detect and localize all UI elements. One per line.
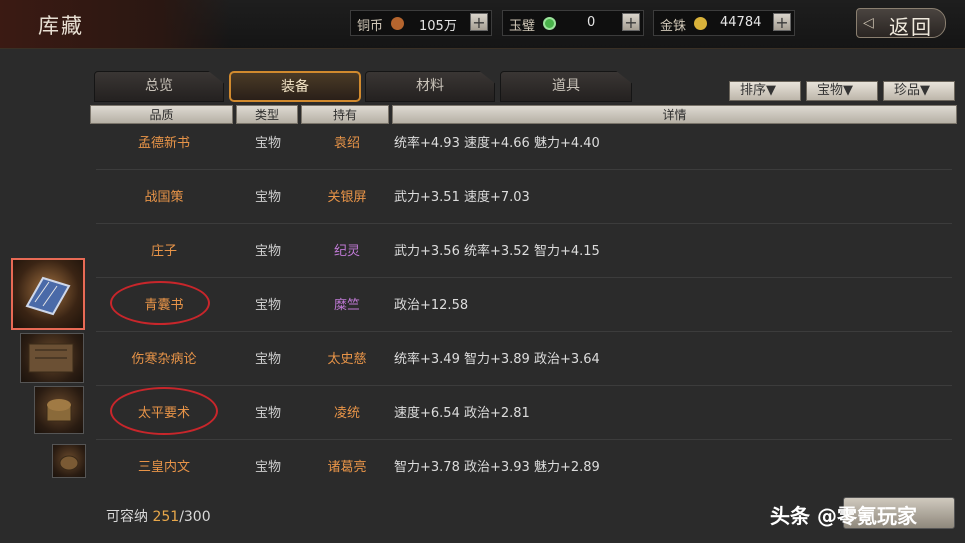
treasure-filter-dropdown[interactable]: 宝物▼ [806, 81, 878, 101]
item-detail: 智力+3.78 政治+3.93 魅力+2.89 [394, 460, 600, 475]
item-owner: 纪灵 [333, 244, 360, 259]
table-row[interactable]: 孟德新书 宝物 袁绍 统率+4.93 速度+4.66 魅力+4.40 [96, 125, 952, 170]
watermark: 头条 @零氪玩家 [770, 500, 917, 529]
item-owner: 诸葛亮 [327, 460, 367, 475]
table-row[interactable]: 庄子 宝物 纪灵 武力+3.56 统率+3.52 智力+4.15 [96, 223, 952, 278]
item-detail: 统率+3.49 智力+3.89 政治+3.64 [394, 352, 600, 367]
tab-materials[interactable]: 材料 [365, 71, 495, 102]
back-button[interactable]: ◁ 返回 [856, 8, 946, 39]
capacity-total: /300 [179, 509, 211, 525]
item-owner: 关银屏 [327, 190, 367, 205]
currency-label: 铜币 [357, 19, 384, 34]
add-jade-button[interactable]: + [622, 13, 640, 31]
box-item-icon[interactable] [34, 386, 84, 434]
column-header-type[interactable]: 类型 [236, 105, 298, 124]
item-name: 伤寒杂病论 [131, 352, 197, 367]
item-detail: 武力+3.51 速度+7.03 [394, 190, 530, 205]
item-type: 宝物 [254, 190, 281, 205]
item-detail: 武力+3.56 统率+3.52 智力+4.15 [394, 244, 600, 259]
item-owner: 糜竺 [333, 298, 360, 313]
add-copper-button[interactable]: + [470, 13, 488, 31]
currency-copper: 铜币 105万 + [350, 10, 492, 36]
item-detail: 速度+6.54 政治+2.81 [394, 406, 530, 421]
item-name: 青囊书 [144, 298, 184, 313]
item-type: 宝物 [254, 352, 281, 367]
currency-label: 金铢 [660, 19, 687, 34]
table-row[interactable]: 太平要术 宝物 凌统 速度+6.54 政治+2.81 [96, 385, 952, 440]
title-area: 库藏 [0, 0, 230, 48]
item-name: 庄子 [150, 244, 177, 259]
pot-icon [59, 455, 79, 471]
item-owner: 太史慈 [327, 352, 367, 367]
item-type: 宝物 [254, 460, 281, 475]
capacity-label: 可容纳 [106, 509, 148, 525]
item-type: 宝物 [254, 136, 281, 151]
capacity-current: 251 [152, 509, 180, 525]
item-detail: 统率+4.93 速度+4.66 魅力+4.40 [394, 136, 600, 151]
gold-coin-icon [694, 17, 707, 30]
item-owner: 凌统 [333, 406, 360, 421]
table-row[interactable]: 战国策 宝物 关银屏 武力+3.51 速度+7.03 [96, 169, 952, 224]
currency-gold: 金铢 44784 + [653, 10, 795, 36]
currency-value: 105万 [419, 19, 457, 34]
add-gold-button[interactable]: + [773, 13, 791, 31]
column-header-quality[interactable]: 品质 [90, 105, 233, 124]
item-type: 宝物 [254, 406, 281, 421]
item-name: 太平要术 [137, 406, 190, 421]
scroll-icon [28, 343, 74, 373]
sort-dropdown[interactable]: 排序▼ [729, 81, 801, 101]
chest-icon [46, 399, 72, 422]
ornament-icon: ◁ [863, 15, 874, 31]
copper-coin-icon [391, 17, 404, 30]
capacity-indicator: 可容纳 251/300 [106, 506, 211, 526]
item-name: 孟德新书 [137, 136, 190, 151]
item-type: 宝物 [254, 244, 281, 259]
tab-overview[interactable]: 总览 [94, 71, 224, 102]
currency-label: 玉璧 [509, 19, 536, 34]
scroll-item-icon[interactable] [20, 333, 84, 383]
item-owner: 袁绍 [333, 136, 360, 151]
currency-value: 0 [587, 15, 596, 30]
pot-item-icon[interactable] [52, 444, 86, 478]
item-name: 战国策 [144, 190, 184, 205]
table-row[interactable]: 伤寒杂病论 宝物 太史慈 统率+3.49 智力+3.89 政治+3.64 [96, 331, 952, 386]
tab-equipment[interactable]: 装备 [229, 71, 361, 102]
item-list[interactable]: 孟德新书 宝物 袁绍 统率+4.93 速度+4.66 魅力+4.40 战国策 宝… [96, 125, 952, 483]
column-header-detail[interactable]: 详情 [392, 105, 957, 124]
tab-items[interactable]: 道具 [500, 71, 632, 102]
column-header-owner[interactable]: 持有 [301, 105, 389, 124]
table-row[interactable]: 三皇内文 宝物 诸葛亮 智力+3.78 政治+3.93 魅力+2.89 [96, 439, 952, 483]
item-detail: 政治+12.58 [394, 298, 469, 313]
table-row[interactable]: 青囊书 宝物 糜竺 政治+12.58 [96, 277, 952, 332]
currency-jade: 玉璧 0 + [502, 10, 644, 36]
rarity-filter-dropdown[interactable]: 珍品▼ [883, 81, 955, 101]
currency-value: 44784 [720, 15, 762, 30]
watermark-prefix: 头条 @ [770, 504, 837, 528]
page-title: 库藏 [38, 14, 84, 38]
selected-item-book-icon[interactable] [11, 258, 85, 330]
watermark-name: 零氪玩家 [836, 504, 917, 528]
item-name: 三皇内文 [137, 460, 190, 475]
item-type: 宝物 [254, 298, 281, 313]
back-button-label: 返回 [889, 15, 933, 39]
book-icon [25, 276, 71, 316]
top-bar: 库藏 铜币 105万 + 玉璧 0 + 金铢 44784 + ◁ 返回 [0, 0, 965, 49]
jade-coin-icon [543, 17, 556, 30]
